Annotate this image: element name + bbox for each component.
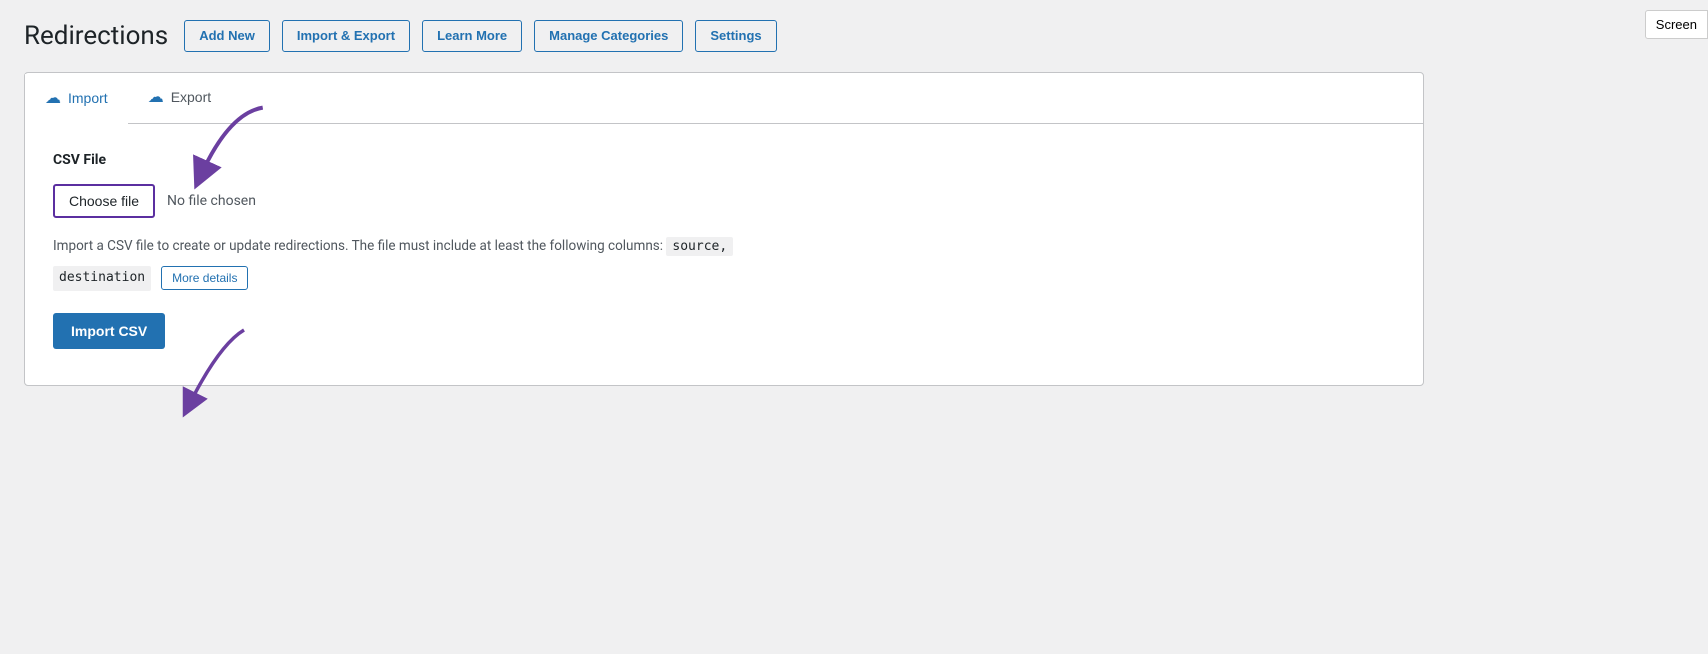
export-cloud-icon: ☁ (148, 87, 164, 107)
import-export-button[interactable]: Import & Export (282, 20, 410, 52)
destination-code: destination (53, 266, 151, 291)
export-tab[interactable]: ☁ Export (128, 73, 231, 123)
tab-content-import: CSV File Choose file No file chosen Impo… (25, 124, 1423, 385)
page-title: Redirections (24, 21, 168, 51)
import-tab-label: Import (68, 90, 108, 106)
main-card: ☁ Import ☁ Export CSV File Choose file N… (24, 72, 1424, 386)
import-description: Import a CSV file to create or update re… (53, 236, 1395, 258)
csv-file-label: CSV File (53, 152, 1395, 168)
import-tab[interactable]: ☁ Import (25, 74, 128, 124)
import-description-2: destination More details (53, 266, 1395, 291)
settings-button[interactable]: Settings (695, 20, 776, 52)
file-input-row: Choose file No file chosen (53, 184, 1395, 218)
choose-file-button[interactable]: Choose file (53, 184, 155, 218)
source-code: source, (666, 237, 733, 256)
import-csv-button[interactable]: Import CSV (53, 313, 165, 349)
manage-categories-button[interactable]: Manage Categories (534, 20, 683, 52)
screen-button[interactable]: Screen (1645, 10, 1708, 39)
learn-more-button[interactable]: Learn More (422, 20, 522, 52)
export-tab-label: Export (171, 89, 211, 105)
page-header: Redirections Add New Import & Export Lea… (24, 20, 1684, 52)
import-cloud-icon: ☁ (45, 88, 61, 108)
tabs-row: ☁ Import ☁ Export (25, 73, 1423, 124)
no-file-status: No file chosen (167, 193, 256, 209)
add-new-button[interactable]: Add New (184, 20, 270, 52)
more-details-button[interactable]: More details (161, 266, 248, 290)
